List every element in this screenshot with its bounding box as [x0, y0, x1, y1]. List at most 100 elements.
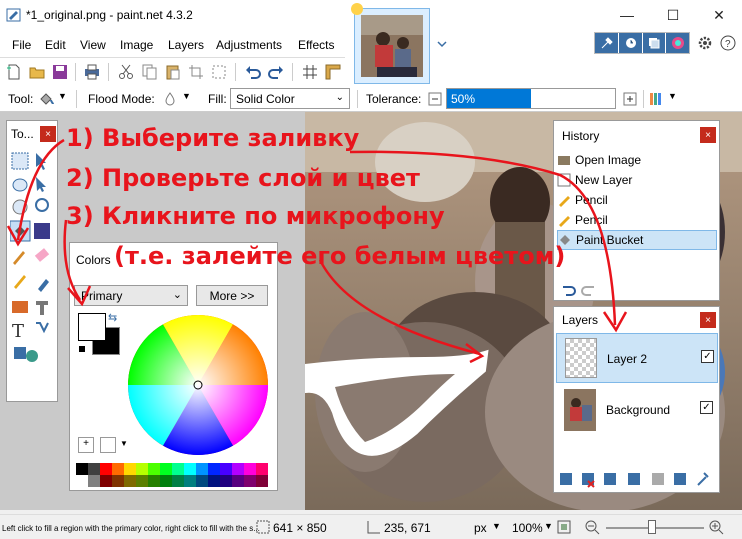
shapes-icon[interactable]: [14, 347, 26, 359]
palette-swatch[interactable]: [232, 475, 244, 487]
palette-dropdown-arrow[interactable]: ▼: [120, 439, 128, 448]
chevron-down-icon[interactable]: [434, 36, 450, 52]
help-icon[interactable]: ?: [720, 35, 736, 51]
cut-icon[interactable]: [118, 64, 134, 80]
paint-bucket-tool-icon[interactable]: [38, 91, 54, 107]
palette-swatch[interactable]: [112, 475, 124, 487]
palette-swatch[interactable]: [160, 463, 172, 475]
palette-menu-icon[interactable]: [100, 437, 116, 453]
history-toggle-icon[interactable]: [618, 33, 642, 53]
palette-swatch[interactable]: [172, 463, 184, 475]
color-picker-icon[interactable]: [38, 279, 49, 292]
history-item-selected[interactable]: Paint Bucket: [557, 230, 717, 250]
history-item[interactable]: Pencil: [557, 190, 717, 210]
primary-secondary-select[interactable]: Primary ⌄: [74, 285, 188, 306]
redo-icon[interactable]: [268, 64, 284, 80]
palette-swatch[interactable]: [256, 463, 268, 475]
close-icon[interactable]: ×: [40, 126, 56, 142]
units-value[interactable]: px: [474, 521, 487, 535]
zoom-out-icon[interactable]: [584, 519, 600, 535]
add-to-palette-icon[interactable]: +: [78, 437, 94, 453]
palette-swatch[interactable]: [160, 475, 172, 487]
paintbrush-icon[interactable]: [13, 251, 25, 265]
palette-swatch[interactable]: [244, 463, 256, 475]
crop-icon[interactable]: [188, 64, 204, 80]
palette-swatch[interactable]: [184, 463, 196, 475]
menu-view[interactable]: View: [80, 38, 106, 52]
zoom-value[interactable]: 100%: [512, 521, 543, 535]
primary-color-swatch[interactable]: [78, 313, 106, 341]
pencil-icon[interactable]: [14, 275, 26, 289]
print-icon[interactable]: [84, 64, 100, 80]
units-dropdown-arrow[interactable]: ▼: [492, 521, 501, 531]
color-wheel[interactable]: [126, 313, 270, 457]
palette-swatch[interactable]: [76, 463, 88, 475]
add-layer-icon[interactable]: [560, 473, 572, 485]
tool-dropdown-arrow[interactable]: ▼: [58, 91, 67, 101]
layer-row[interactable]: Background ✓: [556, 385, 718, 435]
close-icon[interactable]: ×: [700, 312, 716, 328]
tolerance-decrease-icon[interactable]: [427, 91, 443, 107]
text-tool-icon[interactable]: T: [12, 321, 24, 342]
palette-swatch[interactable]: [124, 475, 136, 487]
layer-visibility-checkbox[interactable]: ✓: [700, 401, 713, 414]
recolor-icon[interactable]: [36, 301, 48, 315]
layers-toggle-icon[interactable]: [641, 33, 666, 53]
palette-swatch[interactable]: [100, 463, 112, 475]
palette-swatch[interactable]: [100, 475, 112, 487]
fill-select[interactable]: Solid Color ⌄: [230, 88, 350, 109]
gradient-icon[interactable]: [34, 223, 50, 239]
palette-swatch[interactable]: [244, 475, 256, 487]
layer-row-selected[interactable]: Layer 2 ✓: [556, 333, 718, 383]
deselect-icon[interactable]: [211, 64, 227, 80]
close-window-button[interactable]: ✕: [696, 0, 742, 30]
merge-layer-down-icon[interactable]: [628, 473, 640, 485]
minimize-button[interactable]: —: [604, 0, 650, 30]
swap-colors-icon[interactable]: ⇆: [108, 311, 117, 324]
line-curve-icon[interactable]: [36, 322, 49, 334]
tolerance-increase-icon[interactable]: [622, 91, 638, 107]
menu-file[interactable]: File: [12, 38, 31, 52]
close-icon[interactable]: ×: [700, 127, 716, 143]
move-selection-icon[interactable]: [36, 153, 46, 170]
tools-toggle-icon[interactable]: [595, 33, 619, 53]
palette-swatch[interactable]: [220, 475, 232, 487]
palette-swatch[interactable]: [88, 463, 100, 475]
flood-mode-dropdown-arrow[interactable]: ▼: [182, 91, 191, 101]
colors-toggle-icon[interactable]: [665, 33, 689, 53]
palette-swatch[interactable]: [256, 475, 268, 487]
zoom-to-window-icon[interactable]: [556, 519, 572, 535]
zoom-icon[interactable]: [35, 198, 49, 212]
ruler-icon[interactable]: [325, 64, 341, 80]
zoom-dropdown-arrow[interactable]: ▼: [544, 521, 553, 531]
menu-layers[interactable]: Layers: [168, 38, 204, 52]
history-item[interactable]: New Layer: [557, 170, 717, 190]
palette-swatch[interactable]: [112, 463, 124, 475]
maximize-button[interactable]: ☐: [650, 0, 696, 30]
blend-mode-icon[interactable]: [648, 91, 664, 107]
palette-swatch[interactable]: [136, 463, 148, 475]
blend-dropdown-arrow[interactable]: ▼: [668, 91, 677, 101]
menu-image[interactable]: Image: [120, 38, 153, 52]
tolerance-slider[interactable]: 50%: [446, 88, 616, 109]
history-item[interactable]: Pencil: [557, 210, 717, 230]
move-pixels-icon[interactable]: [36, 177, 46, 192]
palette-swatch[interactable]: [184, 475, 196, 487]
palette-swatch[interactable]: [208, 475, 220, 487]
palette-swatch[interactable]: [196, 475, 208, 487]
move-layer-up-icon[interactable]: [652, 473, 664, 485]
image-tab-thumbnail[interactable]: [351, 3, 430, 84]
palette-swatch[interactable]: [76, 475, 88, 487]
undo-icon[interactable]: [245, 64, 261, 80]
copy-icon[interactable]: [142, 64, 158, 80]
paste-icon[interactable]: [165, 64, 181, 80]
palette-swatch[interactable]: [88, 475, 100, 487]
history-undo-redo-icons[interactable]: [560, 281, 600, 297]
settings-gear-icon[interactable]: [697, 35, 713, 51]
clone-stamp-icon[interactable]: [12, 301, 28, 313]
new-file-icon[interactable]: [6, 64, 22, 80]
duplicate-layer-icon[interactable]: [604, 473, 616, 485]
flood-mode-icon[interactable]: [162, 91, 178, 107]
palette-swatch[interactable]: [196, 463, 208, 475]
reset-colors-icon[interactable]: [78, 345, 86, 353]
